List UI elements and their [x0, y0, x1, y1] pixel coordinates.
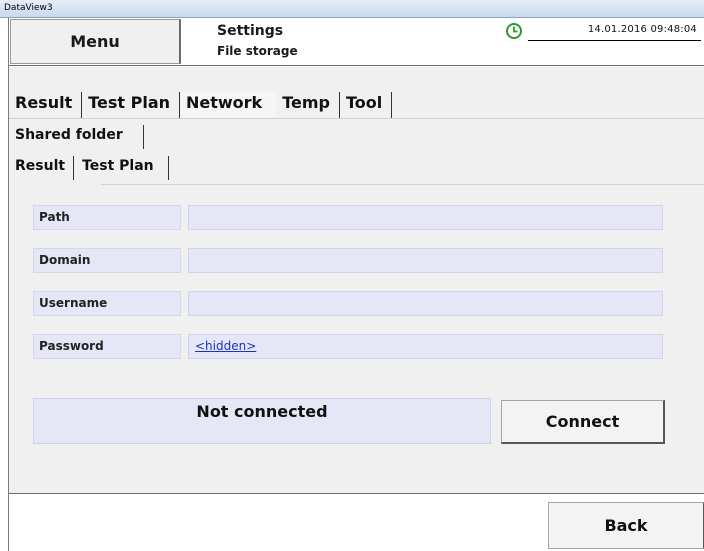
header: Menu Settings File storage 14.01.2016 09…: [9, 18, 704, 66]
tab-tool[interactable]: Tool: [340, 92, 393, 118]
back-button[interactable]: Back: [548, 502, 704, 549]
tab-shared-folder[interactable]: Shared folder: [9, 125, 144, 149]
app-window: Menu Settings File storage 14.01.2016 09…: [8, 18, 704, 551]
username-label: Username: [33, 291, 181, 316]
content-area: Result Test Plan Network Temp Tool Share…: [9, 67, 704, 494]
tab-sub-test-plan[interactable]: Test Plan: [74, 156, 169, 180]
password-field[interactable]: <hidden>: [188, 334, 663, 359]
connection-status: Not connected: [33, 398, 491, 444]
main-tab-bar: Result Test Plan Network Temp Tool: [9, 92, 393, 118]
page-title: Settings: [217, 23, 284, 39]
tab-temp[interactable]: Temp: [276, 92, 340, 118]
domain-label: Domain: [33, 248, 181, 273]
path-label: Path: [33, 205, 181, 230]
tab-test-plan[interactable]: Test Plan: [82, 92, 180, 118]
shared-folder-tab-bar: Result Test Plan: [9, 156, 169, 180]
tab-sub-result[interactable]: Result: [9, 156, 75, 180]
path-field[interactable]: [188, 205, 663, 230]
network-tab-bar: Shared folder: [9, 125, 144, 149]
sub-tab-divider: [101, 184, 704, 185]
connect-button[interactable]: Connect: [501, 400, 665, 444]
tab-result[interactable]: Result: [9, 92, 83, 118]
window-title: DataView3: [4, 3, 53, 13]
tab-network[interactable]: Network: [180, 92, 277, 118]
main-tab-divider: [9, 118, 704, 119]
password-hidden-link[interactable]: <hidden>: [195, 339, 256, 353]
clock-icon: [506, 23, 522, 39]
datetime-underline: [528, 40, 701, 41]
menu-button[interactable]: Menu: [10, 19, 181, 64]
datetime-display: 14.01.2016 09:48:04: [587, 24, 697, 35]
window-title-bar: DataView3: [0, 0, 704, 18]
domain-field[interactable]: [188, 248, 663, 273]
password-label: Password: [33, 334, 181, 359]
page-subtitle: File storage: [217, 44, 298, 58]
username-field[interactable]: [188, 291, 663, 316]
